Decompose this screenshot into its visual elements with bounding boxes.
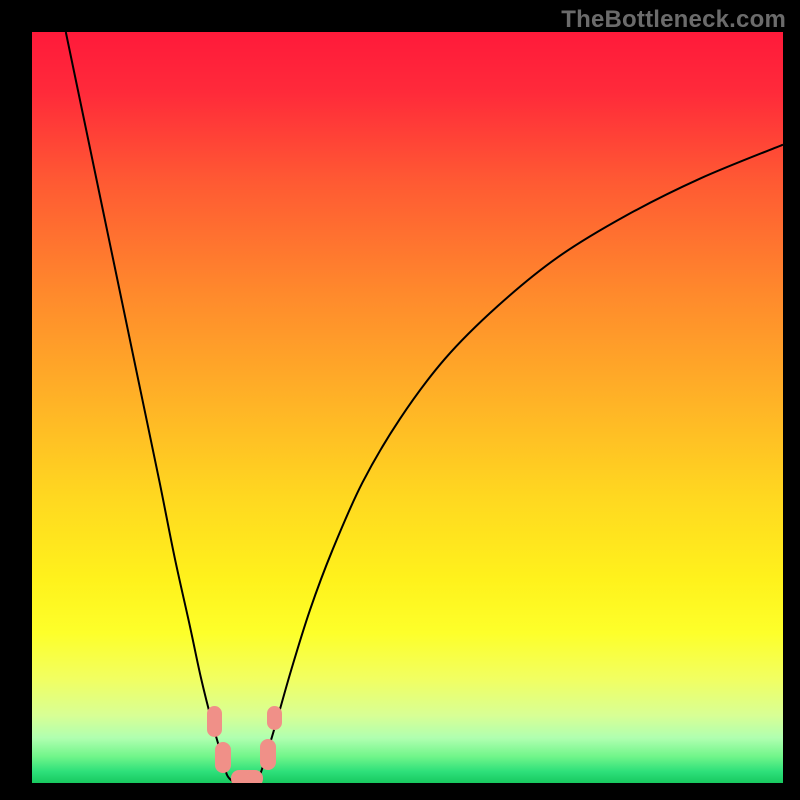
marker-right-upper: [267, 706, 283, 730]
plot-area: [32, 32, 783, 783]
marker-left-upper: [207, 706, 223, 737]
marker-left-lower: [215, 742, 231, 773]
chart-frame: TheBottleneck.com: [0, 0, 800, 800]
marker-bottom: [231, 770, 263, 783]
marker-right-lower: [260, 739, 276, 770]
chart-svg: [32, 32, 783, 783]
watermark-text: TheBottleneck.com: [561, 6, 786, 34]
